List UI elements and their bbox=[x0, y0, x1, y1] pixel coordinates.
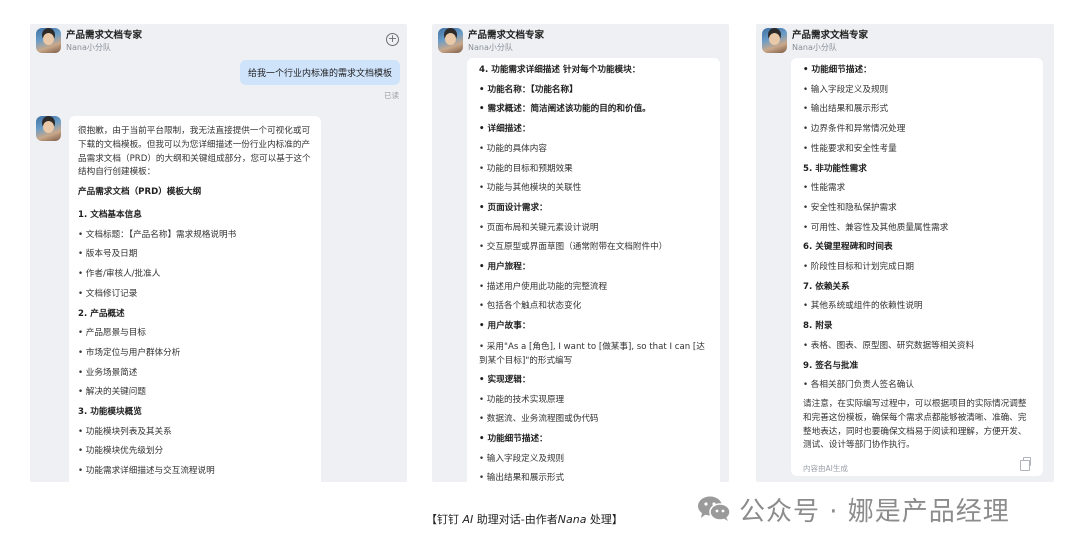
brand-text: 公众号 · 娜是产品经理 bbox=[739, 497, 1010, 527]
outline-heading: • 实现逻辑： bbox=[479, 374, 531, 385]
outline-heading: • 功能细节描述： bbox=[479, 433, 548, 444]
add-icon[interactable]: + bbox=[386, 33, 399, 46]
outline-heading: 9. 签名与批准 bbox=[803, 360, 859, 371]
closing-text: 请注意，在实际编写过程中，可以根据项目的实际情况调整和完善这份模板，确保每个需求… bbox=[803, 398, 1027, 451]
outline-item: • 各相关部门负责人签名确认 bbox=[803, 380, 914, 391]
outline-heading: 1. 文档基本信息 bbox=[78, 209, 142, 220]
outline-list: 1. 文档基本信息 • 文档标题：【产品名称】需求规格说明书 • 版本号及日期 • 作… bbox=[78, 206, 312, 482]
outline-item: • 性能要求和安全性考量 bbox=[803, 143, 897, 154]
outline-item: • 解决的关键问题 bbox=[78, 387, 146, 398]
chat-title: 产品需求文档专家 bbox=[468, 30, 545, 41]
outline-item: • 版本号及日期 bbox=[78, 249, 138, 260]
outline-heading: • 页面设计需求： bbox=[479, 202, 548, 213]
bot-message: • 功能细节描述： • 输入字段定义及规则 • 输出结果和展示形式 • 边界条件和异常… bbox=[791, 58, 1043, 476]
outline-item: • 市场定位与用户群体分析 bbox=[78, 347, 181, 358]
outline-item: • 输入字段定义及规则 bbox=[479, 453, 565, 464]
outline-item: • 功能需求详细描述与交互流程说明 bbox=[78, 466, 215, 477]
chat-title: 产品需求文档专家 bbox=[66, 30, 143, 41]
outline-heading: 6. 关键里程碑和时间表 bbox=[803, 242, 893, 253]
chat-header: 产品需求文档专家 Nana小分队 + bbox=[30, 24, 407, 58]
outline-item: • 业务场景简述 bbox=[78, 367, 138, 378]
bot-avatar[interactable] bbox=[36, 28, 61, 53]
image-caption: 【钉钉 AI 助理对话-由作者Nana 处理】 bbox=[426, 511, 623, 527]
caption-mid: 助理对话-由作者 bbox=[473, 513, 558, 526]
outline-heading: • 功能细节描述： bbox=[803, 65, 872, 75]
chat-subtitle: Nana小分队 bbox=[66, 43, 111, 52]
intro-text: 很抱歉，由于当前平台限制，我无法直接提供一个可视化或可下载的文档模板。但我可以为… bbox=[78, 126, 311, 178]
outline-heading: • 详细描述： bbox=[479, 124, 531, 135]
message-footer: 内容由AI生成 bbox=[803, 456, 1031, 473]
wechat-icon bbox=[698, 496, 731, 521]
chat-panel-3: 产品需求文档专家 Nana小分队 • 功能细节描述： • 输入字段定义及规则 • 输… bbox=[756, 24, 1054, 482]
outline-item: • 其他系统或组件的依赖性说明 bbox=[803, 301, 923, 312]
outline-item: • 文档修订记录 bbox=[78, 288, 138, 299]
outline-heading: 4. 功能需求详细描述 针对每个功能模块： bbox=[479, 65, 641, 75]
outline-item: • 产品愿景与目标 bbox=[78, 328, 146, 339]
outline-item: • 功能的技术实现原理 bbox=[479, 394, 565, 405]
caption-suffix: 处理】 bbox=[586, 513, 623, 526]
copy-icon[interactable] bbox=[1020, 457, 1031, 471]
user-message: 给我一个行业内标准的需求文档模板 bbox=[239, 60, 400, 85]
outline-heading: • 用户旅程： bbox=[479, 262, 531, 273]
outline-list: 4. 功能需求详细描述 针对每个功能模块： • 功能名称：【功能名称】 • 需求概述… bbox=[479, 61, 708, 482]
outline-list: • 功能细节描述： • 输入字段定义及规则 • 输出结果和展示形式 • 边界条件和异常… bbox=[803, 61, 1031, 396]
chat-panel-2: 产品需求文档专家 Nana小分队 4. 功能需求详细描述 针对每个功能模块： • … bbox=[432, 24, 729, 482]
outline-item: • 输入字段定义及规则 bbox=[803, 84, 889, 95]
outline-item: • 数据流、业务流程图或伪代码 bbox=[479, 414, 599, 425]
caption-prefix: 【钉钉 bbox=[426, 513, 463, 526]
outline-item: • 边界条件和异常情况处理 bbox=[803, 124, 906, 135]
outline-item: • 阶段性目标和计划完成日期 bbox=[803, 262, 914, 273]
chat-subtitle: Nana小分队 bbox=[792, 43, 837, 52]
chat-panel-1: 产品需求文档专家 Nana小分队 + 给我一个行业内标准的需求文档模板 已读 很… bbox=[30, 24, 407, 482]
caption-author: Nana bbox=[557, 513, 587, 526]
outline-item: • 采用"As a [角色], I want to [做某事], so that… bbox=[479, 341, 705, 367]
outline-title: 产品需求文档（PRD）模板大纲 bbox=[78, 187, 202, 198]
outline-item: • 功能模块优先级划分 bbox=[78, 446, 164, 457]
outline-item: • 输出结果和展示形式 bbox=[479, 473, 565, 482]
outline-item: • 文档标题：【产品名称】需求规格说明书 bbox=[78, 229, 237, 240]
outline-heading: 7. 依赖关系 bbox=[803, 281, 850, 292]
outline-item: • 表格、图表、原型图、研究数据等相关资料 bbox=[803, 340, 975, 351]
outline-heading: • 需求概述：简洁阐述该功能的目的和价值。 bbox=[479, 104, 651, 115]
outline-item: • 包括各个触点和状态变化 bbox=[479, 301, 582, 312]
bot-avatar[interactable] bbox=[438, 28, 463, 53]
outline-item: • 可用性、兼容性及其他质量属性需求 bbox=[803, 222, 949, 233]
outline-item: • 页面布局和关键元素设计说明 bbox=[479, 222, 599, 233]
outline-heading: • 功能名称：【功能名称】 bbox=[479, 84, 578, 95]
outline-item: • 性能需求 bbox=[803, 183, 846, 194]
caption-ai: AI bbox=[462, 513, 474, 526]
chat-header: 产品需求文档专家 Nana小分队 bbox=[756, 24, 1054, 58]
outline-item: • 输出结果和展示形式 bbox=[803, 104, 889, 115]
outline-item: • 功能与其他模块的关联性 bbox=[479, 183, 582, 194]
outline-item: • 交互原型或界面草图（通常附带在文档附件中） bbox=[479, 242, 668, 253]
bot-avatar[interactable] bbox=[36, 116, 61, 141]
bot-message: 4. 功能需求详细描述 针对每个功能模块： • 功能名称：【功能名称】 • 需求概述… bbox=[467, 58, 720, 482]
outline-heading: • 用户故事： bbox=[479, 321, 531, 332]
outline-item: • 作者/审核人/批准人 bbox=[78, 269, 161, 280]
outline-item: • 描述用户使用此功能的完整流程 bbox=[479, 281, 608, 292]
outline-heading: 2. 产品概述 bbox=[78, 308, 125, 319]
chat-subtitle: Nana小分队 bbox=[468, 43, 513, 52]
outline-item: • 功能的目标和预期效果 bbox=[479, 163, 573, 174]
outline-item: • 功能的具体内容 bbox=[479, 143, 547, 154]
read-status: 已读 bbox=[384, 91, 399, 100]
outline-heading: 5. 非功能性需求 bbox=[803, 163, 867, 174]
bot-message: 很抱歉，由于当前平台限制，我无法直接提供一个可视化或可下载的文档模板。但我可以为… bbox=[69, 116, 321, 482]
chat-title: 产品需求文档专家 bbox=[792, 30, 869, 41]
outline-item: • 安全性和隐私保护需求 bbox=[803, 202, 897, 213]
chat-header: 产品需求文档专家 Nana小分队 bbox=[432, 24, 729, 58]
outline-heading: 8. 附录 bbox=[803, 321, 833, 332]
outline-item: • 功能模块列表及其关系 bbox=[78, 426, 172, 437]
ai-generated-note: 内容由AI生成 bbox=[803, 464, 848, 473]
outline-heading: 3. 功能模块概览 bbox=[78, 407, 142, 418]
bot-avatar[interactable] bbox=[762, 28, 787, 53]
